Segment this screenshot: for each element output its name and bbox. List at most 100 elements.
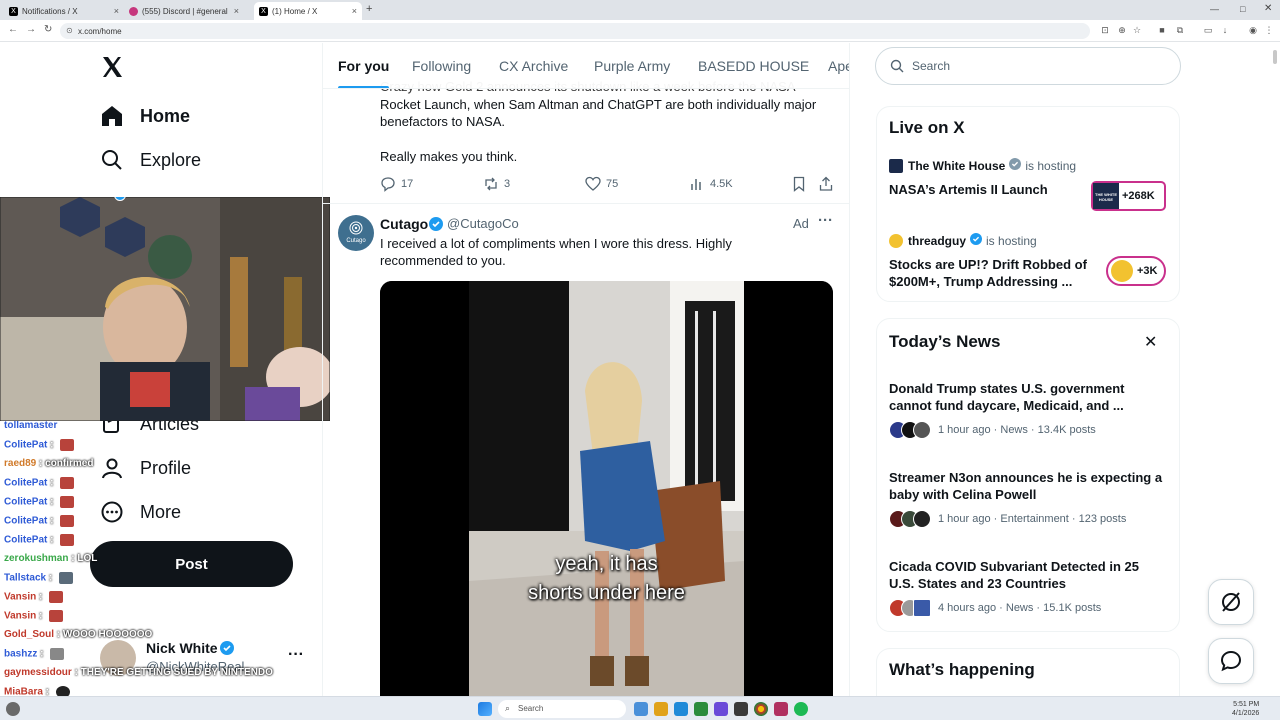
- page-scrollbar[interactable]: [1272, 44, 1278, 694]
- chat-line: ColitePat :: [4, 515, 75, 527]
- news-title-line: U.S. States and 23 Countries: [889, 576, 1066, 591]
- browser-tab-discord[interactable]: (555) Discord | #general ×: [124, 2, 244, 20]
- nav-profile[interactable]: Profile: [100, 452, 191, 484]
- tab-following[interactable]: Following: [412, 58, 471, 74]
- host-name: threadguy: [908, 233, 967, 248]
- post-button[interactable]: Post: [90, 541, 293, 587]
- author-handle[interactable]: @CutagoCo: [447, 216, 519, 231]
- chat-line: ColitePat :: [4, 496, 75, 508]
- edge-icon[interactable]: [674, 702, 688, 716]
- system-clock[interactable]: 5:51 PM 4/1/2026: [1232, 700, 1259, 718]
- chat-line: ColitePat :: [4, 439, 75, 451]
- split-view-icon[interactable]: ▭: [1203, 25, 1213, 35]
- chrome-icon[interactable]: [754, 702, 768, 716]
- taskview-icon[interactable]: [634, 702, 648, 716]
- x-favicon-icon: X: [9, 7, 18, 16]
- live-listeners-pill[interactable]: +3K: [1106, 256, 1166, 286]
- app-icon[interactable]: [714, 702, 728, 716]
- back-icon[interactable]: ←: [8, 24, 18, 35]
- app-icon[interactable]: [734, 702, 748, 716]
- live-host-row[interactable]: threadguy is hosting: [889, 233, 1037, 248]
- search-input[interactable]: Search: [875, 47, 1181, 85]
- grok-button[interactable]: [1208, 579, 1254, 625]
- site-info-icon[interactable]: ⊙: [66, 26, 73, 35]
- install-icon[interactable]: ⊡: [1100, 25, 1110, 35]
- emote-icon: [60, 439, 75, 451]
- close-tab-icon[interactable]: ×: [234, 6, 239, 16]
- video-player[interactable]: yeah, it has shorts under here: [380, 281, 833, 696]
- extension-icon[interactable]: ■: [1157, 25, 1167, 35]
- extensions-puzzle-icon[interactable]: ⧉: [1175, 25, 1185, 35]
- bookmark-button[interactable]: [791, 176, 812, 192]
- minimize-icon[interactable]: —: [1210, 4, 1219, 14]
- nav-more[interactable]: More: [100, 496, 181, 528]
- tab-cx-archive[interactable]: CX Archive: [499, 58, 568, 74]
- tab-for-you[interactable]: For you: [338, 58, 390, 88]
- news-title-line: cannot fund daycare, Medicaid, and ...: [889, 398, 1124, 413]
- obs-icon[interactable]: [774, 702, 788, 716]
- nav-home[interactable]: Home: [100, 100, 190, 132]
- search-icon: [890, 59, 904, 73]
- live-title-line: Stocks are UP!? Drift Robbed of: [889, 257, 1087, 272]
- url-field[interactable]: ⊙ x.com/home: [60, 23, 1090, 39]
- live-listeners-pill[interactable]: THE WHITE HOUSE +268K: [1091, 181, 1166, 211]
- tab-purple-army[interactable]: Purple Army: [594, 58, 670, 74]
- close-tab-icon[interactable]: ×: [114, 6, 119, 16]
- maximize-icon[interactable]: □: [1240, 4, 1245, 14]
- repost-button[interactable]: 3: [483, 176, 510, 192]
- messages-button[interactable]: [1208, 638, 1254, 684]
- file-explorer-icon[interactable]: [654, 702, 668, 716]
- browser-tab-bar: X Notifications / X × (555) Discord | #g…: [0, 0, 1280, 20]
- share-button[interactable]: [818, 176, 839, 192]
- spotify-icon[interactable]: [794, 702, 808, 716]
- profile-avatar-icon[interactable]: ◉: [1248, 25, 1258, 35]
- close-tab-icon[interactable]: ×: [352, 6, 357, 16]
- author-name[interactable]: Cutago: [380, 216, 428, 232]
- news-meta: 1 hour ago · News · 13.4K posts: [938, 424, 1096, 436]
- video-caption-line: shorts under here: [528, 582, 685, 604]
- live-host-row[interactable]: The White House is hosting: [889, 158, 1076, 173]
- browser-menu-icon[interactable]: ⋮: [1264, 25, 1274, 35]
- new-tab-button[interactable]: +: [366, 3, 372, 15]
- repost-count: 3: [504, 178, 511, 190]
- tab-basedd-house[interactable]: BASEDD HOUSE: [698, 58, 809, 74]
- url-text: x.com/home: [78, 27, 122, 36]
- account-name: Nick White: [146, 640, 218, 656]
- news-title-line: Streamer N3on announces he is expecting …: [889, 470, 1163, 485]
- tab-ape[interactable]: Ape: [828, 58, 849, 74]
- store-icon[interactable]: [694, 702, 708, 716]
- live-on-x-title: Live on X: [889, 118, 965, 137]
- tab-label: Notifications / X: [22, 7, 78, 16]
- x-logo-icon[interactable]: [100, 55, 124, 84]
- verified-badge-icon: [220, 641, 234, 660]
- tweet-text-line: Really makes you think.: [380, 149, 518, 164]
- reload-icon[interactable]: ↻: [44, 24, 52, 35]
- taskbar-search[interactable]: ⌕ Search: [498, 700, 626, 718]
- address-bar-row: ← → ↻ ⊙ x.com/home ⊡ ⊕ ☆ ■ ⧉ ▭ ↓ ◉ ⋮: [0, 20, 1280, 42]
- bookmark-star-icon[interactable]: ☆: [1132, 25, 1142, 35]
- live-title[interactable]: NASA’s Artemis II Launch: [889, 181, 1099, 198]
- search-placeholder: Search: [912, 59, 951, 73]
- start-icon[interactable]: [478, 702, 492, 716]
- forward-icon[interactable]: →: [26, 24, 36, 35]
- nav-explore[interactable]: Explore: [100, 144, 201, 176]
- avatar-label: Cutago: [346, 238, 366, 244]
- live-title[interactable]: Stocks are UP!? Drift Robbed of $200M+, …: [889, 256, 1099, 290]
- avatar[interactable]: Cutago: [338, 215, 374, 251]
- like-button[interactable]: 75: [585, 176, 618, 192]
- browser-tab-home[interactable]: X (1) Home / X ×: [254, 2, 362, 20]
- views-button[interactable]: 4.5K: [689, 176, 733, 192]
- verified-badge-icon: [970, 233, 983, 248]
- weather-icon[interactable]: [6, 702, 20, 716]
- scrollbar-thumb[interactable]: [1273, 50, 1277, 64]
- x-favicon-icon: X: [259, 7, 268, 16]
- reply-button[interactable]: 17: [380, 176, 413, 192]
- browser-tab-notifications[interactable]: X Notifications / X ×: [4, 2, 124, 20]
- more-options-icon[interactable]: ···: [818, 212, 833, 229]
- close-window-icon[interactable]: ✕: [1264, 3, 1272, 14]
- verified-badge-icon: [1009, 158, 1022, 173]
- close-icon[interactable]: ✕: [1144, 332, 1157, 352]
- downloads-icon[interactable]: ↓: [1220, 25, 1230, 35]
- account-more-icon[interactable]: ···: [288, 646, 304, 664]
- zoom-icon[interactable]: ⊕: [1117, 25, 1127, 35]
